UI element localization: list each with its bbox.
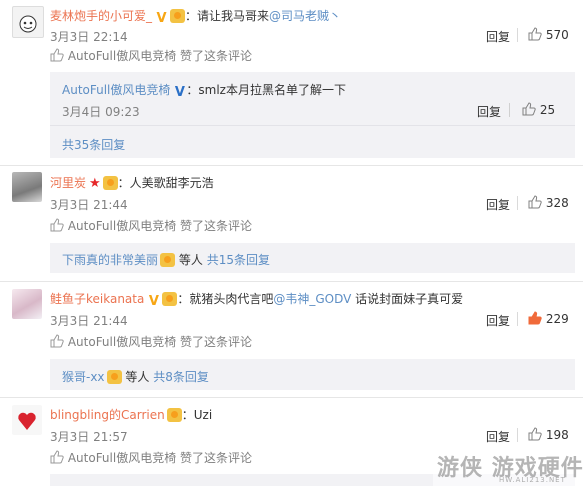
divider — [0, 397, 583, 398]
comment-text-after: 话说封面妹子真可爱 — [351, 292, 464, 306]
fan-badge-icon — [160, 253, 176, 267]
watermark-brand: 游侠 — [437, 456, 484, 481]
thumb-up-icon — [50, 450, 64, 464]
comment-text: ：就猪头肉代言吧 — [177, 292, 274, 306]
watermark: 游侠 游戏硬件 HW.ALI213.NET — [433, 448, 583, 486]
comment-text: ：请让我马哥来 — [185, 9, 270, 23]
divider — [0, 165, 583, 166]
comment-date: 3月3日 21:44 — [50, 314, 128, 328]
thumb-up-icon — [528, 427, 542, 441]
reply-summary[interactable]: 下雨真的非常美丽 等人 共15条回复 — [50, 243, 575, 273]
divider — [0, 281, 583, 282]
comment-username[interactable]: 河里炭 — [50, 176, 86, 190]
liked-by-text: 赞了这条评论 — [180, 451, 253, 465]
reply-summary-user[interactable]: 下雨真的非常美丽 — [62, 253, 158, 267]
comment-text: ：Uzi — [181, 408, 213, 422]
divider — [509, 103, 510, 117]
v-badge-icon: V — [174, 85, 185, 100]
comment-username[interactable]: blingbling的Carrien — [50, 408, 165, 422]
comment-date: 3月3日 21:57 — [50, 430, 128, 444]
liked-by-user[interactable]: AutoFull傲风电竞椅 — [68, 451, 176, 465]
reply-button[interactable]: 回复 — [486, 196, 510, 213]
like-button[interactable]: 229 — [528, 311, 569, 326]
v-badge-icon: V — [148, 294, 159, 309]
reply-button[interactable]: 回复 — [486, 312, 510, 329]
comment-mention[interactable]: @司马老贼丶 — [269, 9, 341, 23]
like-count: 25 — [539, 103, 556, 117]
reply-summary-count[interactable]: 共8条回复 — [153, 370, 209, 384]
liked-by-text: 赞了这条评论 — [180, 49, 253, 63]
reply-username[interactable]: AutoFull傲风电竞椅 — [62, 83, 170, 97]
fan-badge-icon — [166, 408, 182, 422]
reply-button[interactable]: 回复 — [486, 428, 510, 445]
reply-summary[interactable]: 猴哥-xx 等人 共8条回复 — [50, 359, 575, 390]
thumb-up-icon — [50, 334, 64, 348]
thumb-up-icon — [522, 102, 536, 116]
fan-badge-icon — [102, 176, 118, 190]
liked-by-note: AutoFull傲风电竞椅 赞了这条评论 — [50, 47, 252, 64]
divider — [517, 196, 518, 210]
like-count: 198 — [545, 428, 569, 442]
reply-summary-user[interactable]: 猴哥-xx — [62, 370, 105, 384]
more-replies-link[interactable]: 共35条回复 — [62, 136, 125, 153]
avatar[interactable] — [12, 6, 44, 38]
reply-button[interactable]: 回复 — [486, 28, 510, 45]
comment-username[interactable]: 麦林炮手的小可爱_ — [50, 9, 152, 23]
comment-text: ：人美歌甜李元浩 — [117, 176, 214, 190]
reply-button[interactable]: 回复 — [477, 103, 501, 120]
reply-summary-text: 等人 — [125, 370, 150, 384]
heart-icon — [18, 412, 36, 430]
like-count: 570 — [545, 28, 569, 42]
like-button[interactable]: 328 — [528, 195, 569, 210]
comment-username[interactable]: 鲑鱼子keikanata — [50, 292, 144, 306]
thumb-up-icon — [50, 218, 64, 232]
liked-by-note: AutoFull傲风电竞椅 赞了这条评论 — [50, 333, 252, 350]
thumb-up-icon — [528, 195, 542, 209]
divider — [517, 312, 518, 326]
avatar[interactable] — [12, 289, 42, 319]
like-button[interactable]: 198 — [528, 427, 569, 442]
fan-badge-icon — [162, 292, 178, 306]
avatar-face-icon — [19, 15, 37, 33]
divider — [517, 28, 518, 42]
thumb-up-icon — [50, 48, 64, 62]
liked-by-note: AutoFull傲风电竞椅 赞了这条评论 — [50, 449, 252, 466]
like-count: 328 — [545, 196, 569, 210]
divider — [50, 125, 575, 126]
like-count: 229 — [545, 312, 569, 326]
liked-by-user[interactable]: AutoFull傲风电竞椅 — [68, 219, 176, 233]
divider — [517, 428, 518, 442]
comment-mention[interactable]: @韦神_GODV — [273, 292, 351, 306]
liked-by-user[interactable]: AutoFull傲风电竞椅 — [68, 49, 176, 63]
liked-by-user[interactable]: AutoFull傲风电竞椅 — [68, 335, 176, 349]
reply-date: 3月4日 09:23 — [62, 105, 140, 119]
liked-by-text: 赞了这条评论 — [180, 335, 253, 349]
comment-date: 3月3日 21:44 — [50, 198, 128, 212]
watermark-url: HW.ALI213.NET — [499, 476, 566, 484]
like-button[interactable]: 25 — [522, 102, 555, 117]
fan-badge-icon — [170, 9, 186, 23]
fan-badge-icon — [106, 370, 122, 384]
reply-box: AutoFull傲风电竞椅 V：smlz本月拉黑名单了解一下 3月4日 09:23… — [50, 72, 575, 158]
avatar[interactable] — [12, 172, 42, 202]
like-button[interactable]: 570 — [528, 27, 569, 42]
reply-summary-text: 等人 — [178, 253, 203, 267]
v-badge-icon: V — [156, 11, 167, 26]
thumb-up-icon — [528, 311, 542, 325]
thumb-up-icon — [528, 27, 542, 41]
reply-text: ：smlz本月拉黑名单了解一下 — [186, 83, 346, 97]
liked-by-text: 赞了这条评论 — [180, 219, 253, 233]
reply-summary-count[interactable]: 共15条回复 — [207, 253, 270, 267]
liked-by-note: AutoFull傲风电竞椅 赞了这条评论 — [50, 217, 252, 234]
comment-date: 3月3日 22:14 — [50, 30, 128, 44]
star-badge-icon: ★ — [89, 176, 101, 191]
avatar[interactable] — [12, 405, 42, 435]
